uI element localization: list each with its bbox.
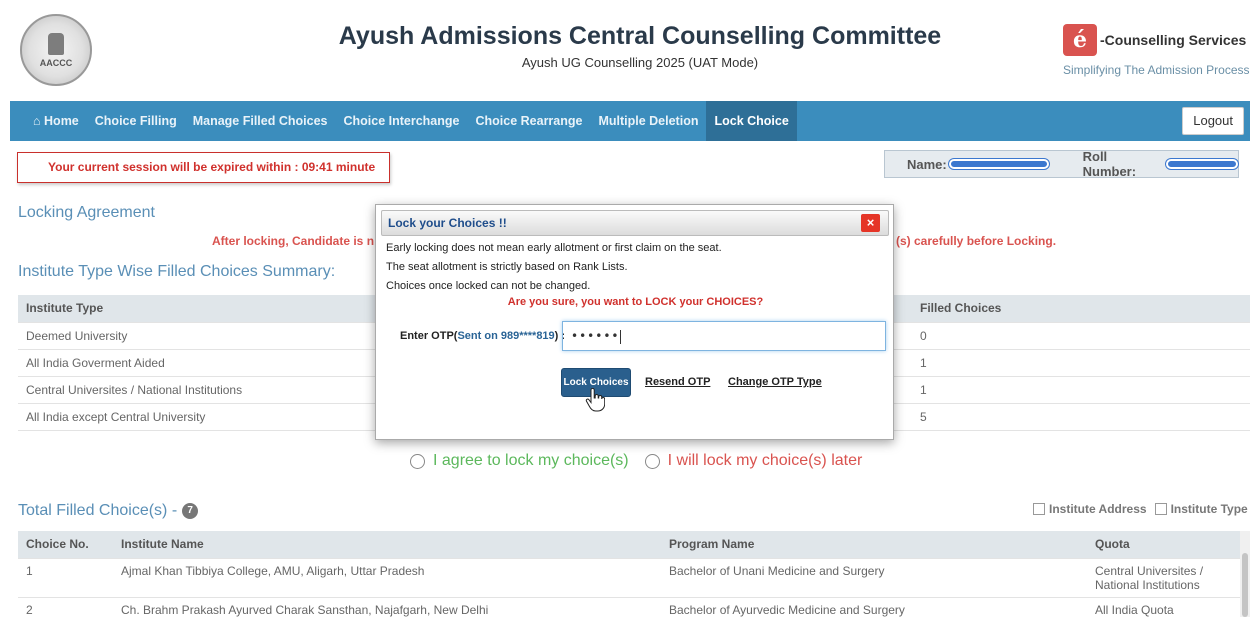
dialog-title: Lock your Choices !! [388, 216, 507, 230]
filled-count-cell: 5 [910, 403, 1250, 431]
otp-input[interactable]: •••••• [562, 321, 886, 351]
dialog-note-3: Choices once locked can not be changed. [386, 280, 591, 292]
quota-cell: All India Quota [1087, 597, 1240, 617]
institute-type-checkbox[interactable] [1154, 503, 1167, 515]
hand-cursor-icon [585, 388, 605, 412]
table-row: 1 Ajmal Khan Tibbiya College, AMU, Aliga… [18, 558, 1240, 598]
choice-no-cell: 1 [18, 558, 113, 598]
lock-consent-radios: I agree to lock my choice(s) I will lock… [410, 452, 862, 470]
program-name-cell: Bachelor of Ayurvedic Medicine and Surge… [661, 597, 1087, 617]
column-toggles: Institute Address Institute Type [1025, 502, 1248, 516]
otp-sent-to: Sent on 989****819 [457, 330, 555, 342]
institute-name-cell: Ajmal Khan Tibbiya College, AMU, Aligarh… [113, 558, 661, 598]
nav-manage-filled-choices[interactable]: Manage Filled Choices [185, 101, 336, 141]
later-radio[interactable] [644, 453, 660, 469]
locking-warning-right: (s) carefully before Locking. [896, 234, 1057, 248]
filled-count-cell: 1 [910, 376, 1250, 404]
nav-multiple-deletion[interactable]: Multiple Deletion [590, 101, 706, 141]
total-filled-title: Total Filled Choice(s) - 7 [18, 502, 199, 520]
roll-number-redacted [1166, 159, 1238, 169]
ecounselling-e-icon: é [1063, 24, 1097, 56]
nav-home[interactable]: ⌂ Home [25, 101, 87, 141]
resend-otp-link[interactable]: Resend OTP [645, 376, 710, 388]
home-icon: ⌂ [33, 114, 45, 128]
institute-address-label[interactable]: Institute Address [1049, 502, 1147, 516]
name-redacted [948, 159, 1049, 169]
dialog-titlebar: Lock your Choices !! × [381, 210, 889, 236]
quota-cell: Central Universites / National Instituti… [1087, 558, 1240, 598]
table-row: 2 Ch. Brahm Prakash Ayurved Charak Sanst… [18, 597, 1240, 617]
col-institute-name: Institute Name [113, 531, 661, 559]
table-header-row: Choice No. Institute Name Program Name Q… [18, 531, 1240, 559]
summary-title: Institute Type Wise Filled Choices Summa… [18, 263, 336, 280]
col-filled-choices: Filled Choices [910, 295, 1250, 323]
institute-address-checkbox[interactable] [1033, 503, 1045, 515]
header: AACCC Ayush Admissions Central Counselli… [0, 0, 1250, 101]
nav-choice-rearrange[interactable]: Choice Rearrange [467, 101, 590, 141]
choice-no-cell: 2 [18, 597, 113, 617]
dialog-note-1: Early locking does not mean early allotm… [386, 242, 722, 254]
agree-radio-label[interactable]: I agree to lock my choice(s) [433, 452, 629, 470]
nav-choice-filling[interactable]: Choice Filling [87, 101, 185, 141]
institute-name-cell: Ch. Brahm Prakash Ayurved Charak Sanstha… [113, 597, 661, 617]
ecounselling-logo: é -Counselling Services Simplifying The … [1063, 24, 1250, 77]
filled-count-cell: 1 [910, 349, 1250, 377]
roll-number-label: Roll Number: [1082, 149, 1137, 179]
main-navbar: ⌂ Home Choice Filling Manage Filled Choi… [10, 101, 1250, 141]
program-name-cell: Bachelor of Unani Medicine and Surgery [661, 558, 1087, 598]
otp-value: •••••• [571, 329, 620, 343]
ecounselling-tagline: Simplifying The Admission Process [1063, 63, 1250, 77]
otp-label: Enter OTP(Sent on 989****819) : [400, 330, 565, 342]
close-icon[interactable]: × [861, 214, 880, 232]
later-radio-label[interactable]: I will lock my choice(s) later [668, 452, 863, 470]
col-program-name: Program Name [661, 531, 1087, 559]
logout-button[interactable]: Logout [1182, 107, 1244, 135]
agree-radio[interactable] [410, 453, 425, 469]
col-choice-no: Choice No. [18, 531, 113, 559]
table-scrollbar[interactable] [1240, 531, 1250, 617]
otp-label-pre: Enter OTP( [400, 330, 458, 342]
text-caret [620, 329, 622, 344]
scrollbar-thumb[interactable] [1242, 553, 1248, 617]
filled-choices-table: Choice No. Institute Name Program Name Q… [18, 531, 1240, 617]
session-timer: Your current session will be expired wit… [17, 152, 390, 183]
name-label: Name: [907, 156, 947, 172]
locking-warning-left: After locking, Candidate is n [212, 234, 375, 248]
locking-agreement-title: Locking Agreement [18, 204, 155, 221]
nav-lock-choice[interactable]: Lock Choice [706, 101, 797, 141]
lock-choices-dialog: Lock your Choices !! × Early locking doe… [375, 204, 894, 440]
nav-home-label: Home [44, 114, 79, 128]
user-info-box: Name: Roll Number: [884, 149, 1239, 179]
ecounselling-label: -Counselling Services [1100, 32, 1247, 48]
institute-type-label[interactable]: Institute Type [1171, 502, 1248, 516]
nav-choice-interchange[interactable]: Choice Interchange [335, 101, 467, 141]
change-otp-type-link[interactable]: Change OTP Type [728, 376, 822, 388]
filled-count-cell: 0 [910, 322, 1250, 350]
count-badge: 7 [182, 503, 199, 519]
total-filled-label: Total Filled Choice(s) - [18, 502, 178, 519]
dialog-confirm-question: Are you sure, you want to LOCK your CHOI… [507, 296, 764, 308]
col-quota: Quota [1087, 531, 1240, 559]
dialog-note-2: The seat allotment is strictly based on … [386, 261, 628, 273]
